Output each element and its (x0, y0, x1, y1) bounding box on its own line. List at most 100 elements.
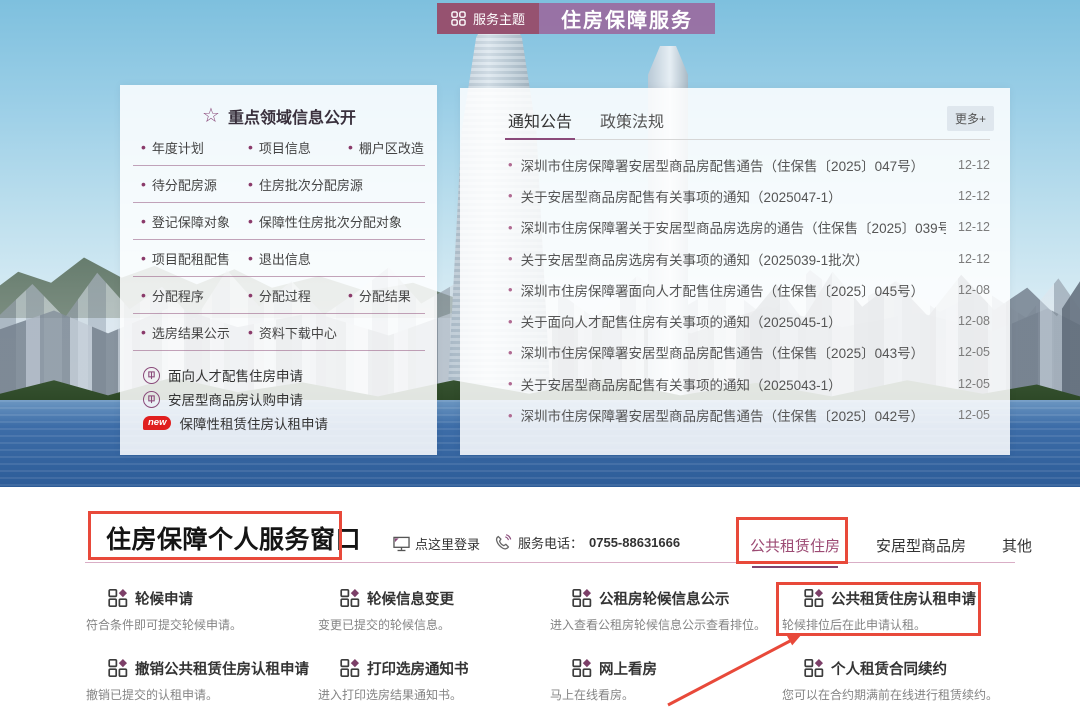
service-grid-icon (572, 588, 592, 608)
notice-item[interactable]: 关于安居型商品房配售有关事项的通知（2025043-1） 12-05 (508, 368, 990, 399)
notice-item[interactable]: 深圳市住房保障署安居型商品房配售通告（住保售〔2025〕043号） 12-05 (508, 337, 990, 368)
service-waitlist-publicity[interactable]: 公租房轮候信息公示 进入查看公租房轮候信息公示查看排位。 (550, 578, 782, 640)
notice-title: 深圳市住房保障署安居型商品房配售通告（住保售〔2025〕042号） (521, 405, 946, 425)
apply-link-label: 保障性租赁住房认租申请 (179, 413, 328, 433)
notice-list: 深圳市住房保障署安居型商品房配售通告（住保售〔2025〕047号） 12-12 … (508, 149, 990, 431)
service-rental-apply[interactable]: 公共租赁住房认租申请 轮候排位后在此申请认租。 (782, 578, 1014, 640)
info-link[interactable]: 资料下载中心 (248, 323, 348, 342)
apply-link-talent-housing[interactable]: 面向人才配售住房申请 (143, 363, 425, 387)
info-link[interactable]: 棚户区改造 (348, 138, 424, 157)
monitor-icon (393, 536, 410, 552)
service-desc: 撤销已提交的认租申请。 (86, 686, 318, 703)
notice-item[interactable]: 深圳市住房保障署关于安居型商品房选房的通告（住保售〔2025〕039号批次） 1… (508, 212, 990, 243)
service-theme-label: 服务主题 (473, 9, 525, 28)
notice-title: 关于安居型商品房选房有关事项的通知（2025039-1批次） (521, 249, 946, 269)
notice-item[interactable]: 深圳市住房保障署安居型商品房配售通告（住保售〔2025〕042号） 12-05 (508, 399, 990, 430)
info-link-row: 分配程序 分配过程 分配结果 (133, 277, 425, 314)
service-desc: 马上在线看房。 (550, 686, 782, 703)
info-link[interactable]: 退出信息 (248, 249, 348, 268)
service-title: 网上看房 (599, 658, 657, 679)
info-link[interactable]: 保障性住房批次分配对象 (248, 212, 402, 231)
info-link[interactable]: 项目配租配售 (141, 249, 248, 268)
info-link[interactable]: 分配结果 (348, 286, 411, 305)
more-button[interactable]: 更多+ (947, 106, 994, 131)
service-waitlist-info-change[interactable]: 轮候信息变更 变更已提交的轮候信息。 (318, 578, 550, 640)
service-title: 个人租赁合同续约 (831, 658, 947, 679)
service-title: 打印选房通知书 (367, 658, 469, 679)
key-info-panel: ☆ 重点领域信息公开 年度计划 项目信息 棚户区改造 待分配房源 住房批次分配房… (120, 85, 437, 455)
service-waitlist-apply[interactable]: 轮候申请 符合条件即可提交轮候申请。 (86, 578, 318, 640)
notice-title: 关于面向人才配售住房有关事项的通知（2025045-1） (521, 311, 946, 331)
personal-service-window: 住房保障个人服务窗口 点这里登录 服务电话： 0755-88631666 公共租赁… (0, 487, 1080, 713)
phone-icon (494, 534, 512, 551)
key-info-panel-title: ☆ 重点领域信息公开 (133, 103, 425, 129)
info-link[interactable]: 项目信息 (248, 138, 348, 157)
service-grid-icon (340, 658, 360, 678)
notice-title: 深圳市住房保障署关于安居型商品房选房的通告（住保售〔2025〕039号批次） (521, 217, 946, 237)
notice-panel: 通知公告 政策法规 更多+ 深圳市住房保障署安居型商品房配售通告（住保售〔202… (460, 88, 1010, 455)
info-link-row: 登记保障对象 保障性住房批次分配对象 (133, 203, 425, 240)
service-lease-renewal[interactable]: 个人租赁合同续约 您可以在合约期满前在线进行租赁续约。 (782, 648, 1014, 710)
key-info-title-text: 重点领域信息公开 (228, 104, 356, 128)
notice-item[interactable]: 关于面向人才配售住房有关事项的通知（2025045-1） 12-08 (508, 305, 990, 336)
notice-date: 12-05 (958, 377, 990, 391)
service-grid-icon (340, 588, 360, 608)
info-link-row: 选房结果公示 资料下载中心 (133, 314, 425, 351)
service-desc: 进入查看公租房轮候信息公示查看排位。 (550, 616, 782, 633)
info-link[interactable]: 分配过程 (248, 286, 348, 305)
services-grid: 轮候申请 符合条件即可提交轮候申请。 轮候信息变更 变更已提交的轮候信息。 公租… (86, 578, 1016, 710)
info-link[interactable]: 登记保障对象 (141, 212, 248, 231)
tab-policies[interactable]: 政策法规 (600, 106, 664, 139)
service-title: 撤销公共租赁住房认租申请 (135, 658, 309, 679)
service-desc: 您可以在合约期满前在线进行租赁续约。 (782, 686, 1014, 703)
divider (85, 562, 1015, 563)
service-grid-icon (108, 588, 128, 608)
tab-notices[interactable]: 通知公告 (508, 106, 572, 139)
notice-date: 12-05 (958, 408, 990, 422)
notice-item[interactable]: 深圳市住房保障署面向人才配售住房通告（住保售〔2025〕045号） 12-08 (508, 274, 990, 305)
info-link[interactable]: 分配程序 (141, 286, 248, 305)
tab-other[interactable]: 其他 (1002, 535, 1032, 568)
service-desc: 变更已提交的轮候信息。 (318, 616, 550, 633)
grid-menu-icon (451, 11, 466, 26)
info-link[interactable]: 年度计划 (141, 138, 248, 157)
info-link[interactable]: 选房结果公示 (141, 323, 248, 342)
notice-tabs: 通知公告 政策法规 (508, 106, 990, 140)
notice-title: 关于安居型商品房配售有关事项的通知（2025043-1） (521, 374, 946, 394)
apply-link-commodity-housing[interactable]: 安居型商品房认购申请 (143, 387, 425, 411)
tab-public-rental-housing[interactable]: 公共租赁住房 (750, 535, 840, 568)
info-link-row: 待分配房源 住房批次分配房源 (133, 166, 425, 203)
service-phone: 服务电话： 0755-88631666 (494, 533, 680, 552)
apply-links: 面向人才配售住房申请 安居型商品房认购申请 new 保障性租赁住房认租申请 (133, 363, 425, 435)
service-theme-menu[interactable]: 服务主题 (437, 3, 539, 34)
apply-link-label: 面向人才配售住房申请 (168, 365, 303, 385)
new-badge: new (143, 416, 171, 430)
login-link[interactable]: 点这里登录 (393, 534, 480, 553)
info-link[interactable]: 待分配房源 (141, 175, 248, 194)
service-grid-icon (804, 658, 824, 678)
apply-link-rental-housing[interactable]: new 保障性租赁住房认租申请 (143, 411, 425, 435)
notice-date: 12-08 (958, 283, 990, 297)
page-title: 住房保障服务 (539, 3, 715, 34)
service-grid-icon (572, 658, 592, 678)
notice-title: 关于安居型商品房配售有关事项的通知（2025047-1） (521, 186, 946, 206)
service-print-selection-notice[interactable]: 打印选房通知书 进入打印选房结果通知书。 (318, 648, 550, 710)
apply-circle-icon (143, 367, 160, 384)
notice-title: 深圳市住房保障署安居型商品房配售通告（住保售〔2025〕043号） (521, 342, 946, 362)
phone-label: 服务电话： (518, 533, 583, 552)
service-online-house-viewing[interactable]: 网上看房 马上在线看房。 (550, 648, 782, 710)
notice-date: 12-12 (958, 158, 990, 172)
star-icon: ☆ (202, 106, 220, 126)
service-cancel-rental-apply[interactable]: 撤销公共租赁住房认租申请 撤销已提交的认租申请。 (86, 648, 318, 710)
phone-number: 0755-88631666 (589, 535, 680, 550)
notice-item[interactable]: 关于安居型商品房配售有关事项的通知（2025047-1） 12-12 (508, 180, 990, 211)
info-link[interactable]: 住房批次分配房源 (248, 175, 363, 194)
apply-circle-icon (143, 391, 160, 408)
service-window-title: 住房保障个人服务窗口 (106, 520, 361, 556)
service-title: 公租房轮候信息公示 (599, 588, 730, 609)
notice-item[interactable]: 深圳市住房保障署安居型商品房配售通告（住保售〔2025〕047号） 12-12 (508, 149, 990, 180)
tab-affordable-commodity-housing[interactable]: 安居型商品房 (876, 535, 966, 568)
service-title: 轮候申请 (135, 588, 193, 609)
notice-item[interactable]: 关于安居型商品房选房有关事项的通知（2025039-1批次） 12-12 (508, 243, 990, 274)
service-title: 轮候信息变更 (367, 588, 454, 609)
